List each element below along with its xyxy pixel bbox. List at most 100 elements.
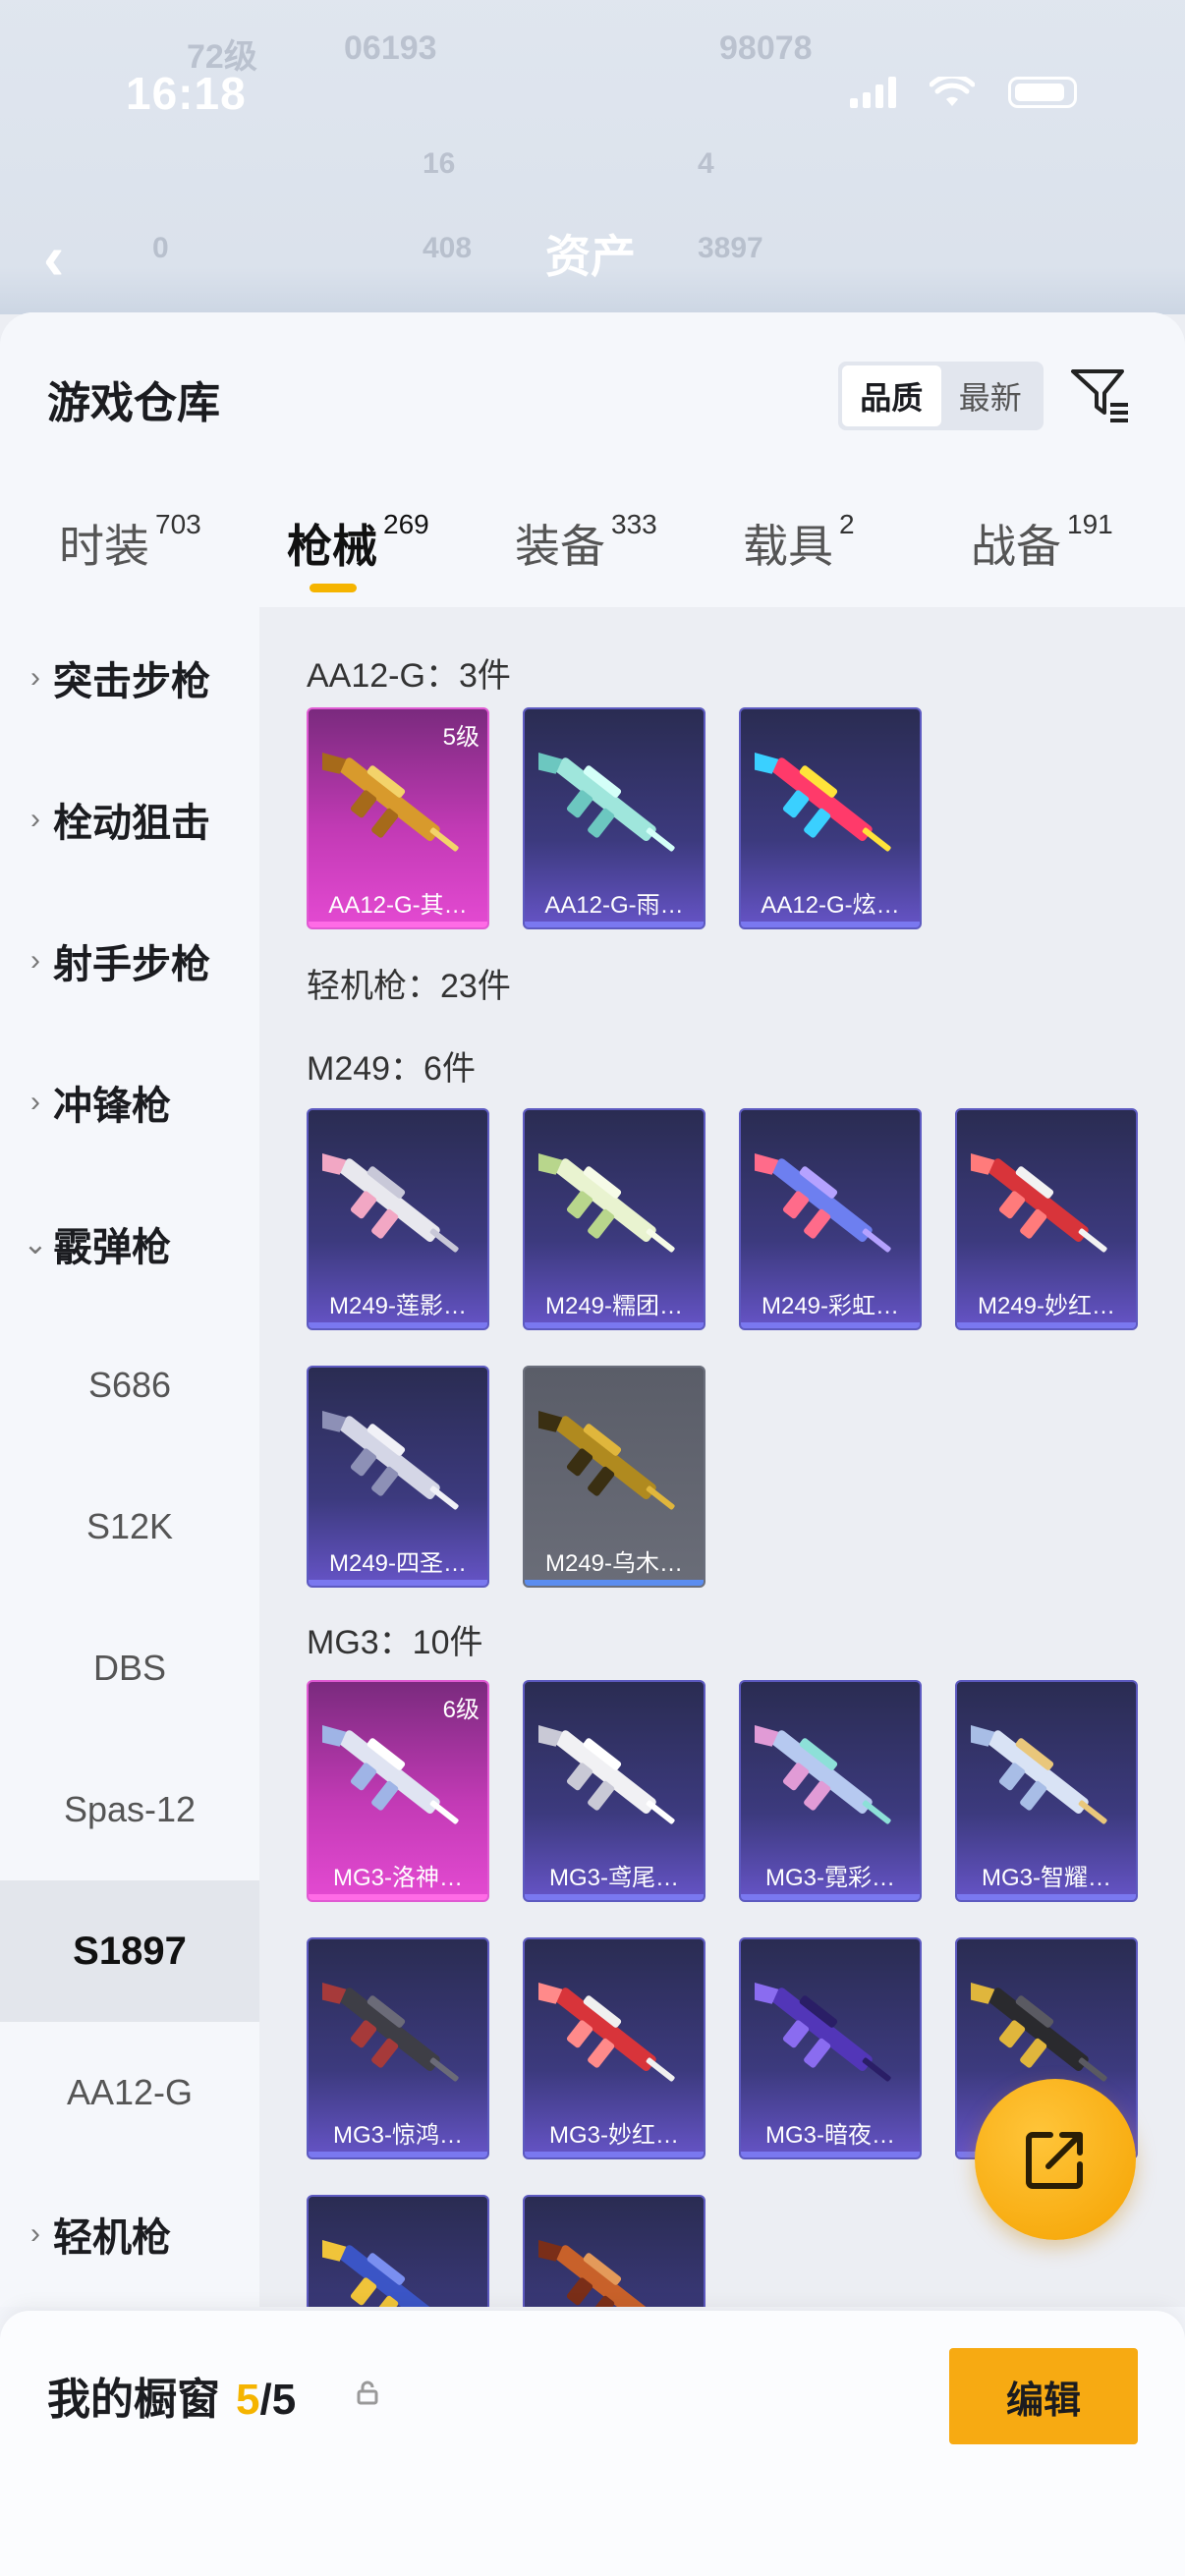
sidebar-item[interactable]: S1897: [0, 1880, 259, 2022]
gun-icon: [538, 1152, 675, 1253]
rarity-bar: [525, 1322, 704, 1328]
tab-supplies[interactable]: 战备 191: [971, 509, 1113, 576]
sheet-header: 游戏仓库 品质 最新 时装 703 枪械 269 装备 333 载具 2 战备 …: [0, 312, 1185, 607]
gun-icon: [971, 1724, 1107, 1824]
sidebar-item[interactable]: ⌄ 霰弹枪: [0, 1173, 259, 1315]
rarity-bar: [525, 2152, 704, 2157]
showcase-count-current: 5: [236, 2376, 260, 2424]
tab-fashion[interactable]: 时装 703: [59, 509, 201, 576]
rarity-bar: [741, 1894, 920, 1900]
gun-icon: [755, 1982, 891, 2082]
background-header: 72级 06193 98078 16 4 408 3897 0 16:18 ‹ …: [0, 0, 1185, 314]
gun-icon: [755, 1724, 891, 1824]
item-card[interactable]: M249-彩虹…: [739, 1108, 922, 1330]
item-card[interactable]: [523, 2195, 705, 2307]
sidebar-item-label: 轻机枪: [53, 2216, 171, 2260]
showcase-title: 我的橱窗 5 / 5: [47, 2364, 296, 2427]
ghost-stat: 0: [152, 232, 169, 264]
item-card[interactable]: MG3-霓彩…: [739, 1680, 922, 1902]
tab-count: 269: [383, 509, 429, 539]
rarity-bar: [309, 1894, 487, 1900]
item-name: AA12-G-炫…: [761, 892, 900, 919]
sidebar-item-label: 栓动狙击: [53, 802, 210, 845]
item-card[interactable]: M249-四圣…: [307, 1366, 489, 1588]
item-name: M249-妙红…: [977, 1293, 1116, 1319]
item-card[interactable]: AA12-G-炫…: [739, 707, 922, 929]
status-icons: [850, 77, 1077, 108]
tab-count: 191: [1067, 509, 1113, 539]
tab-equipment[interactable]: 装备 333: [515, 509, 657, 576]
gun-icon: [322, 1152, 459, 1253]
sidebar-item[interactable]: Spas-12: [0, 1739, 259, 1880]
tab-vehicles[interactable]: 载具 2: [743, 509, 855, 576]
tab-label: 枪械: [287, 521, 377, 572]
rarity-bar: [309, 1580, 487, 1586]
item-name: AA12-G-其…: [328, 892, 468, 919]
page-title-background: 资产: [545, 231, 636, 282]
content-grid: AA12-G：3件 5级 AA12-G-其… AA12-G-雨… AA12-G-炫… 轻机…: [259, 607, 1185, 2307]
item-card[interactable]: 6级 MG3-洛神…: [307, 1680, 489, 1902]
sidebar-item[interactable]: S686: [0, 1315, 259, 1456]
rarity-bar: [309, 2152, 487, 2157]
item-card[interactable]: AA12-G-雨…: [523, 707, 705, 929]
external-link-icon: [1026, 2132, 1083, 2189]
gun-icon: [322, 1982, 459, 2082]
item-name: MG3-霓彩…: [765, 1865, 895, 1891]
sidebar-item[interactable]: › 突击步枪: [0, 607, 259, 749]
warehouse-sheet: 游戏仓库 品质 最新 时装 703 枪械 269 装备 333 载具 2 战备 …: [0, 312, 1185, 2576]
sidebar-item[interactable]: › 冲锋枪: [0, 1032, 259, 1173]
item-card[interactable]: MG3-惊鸿…: [307, 1937, 489, 2159]
sidebar-item[interactable]: DBS: [0, 1597, 259, 1739]
sort-quality-button[interactable]: 品质: [842, 365, 941, 426]
item-name: M249-彩虹…: [761, 1293, 900, 1319]
tab-label: 装备: [515, 521, 605, 572]
gun-icon: [538, 1724, 675, 1824]
item-card[interactable]: M249-乌木…: [523, 1366, 705, 1588]
item-card[interactable]: 5级 AA12-G-其…: [307, 707, 489, 929]
edit-button[interactable]: 编辑: [949, 2348, 1138, 2444]
item-card[interactable]: MG3-智耀…: [955, 1680, 1138, 1902]
chevron-right-icon: ›: [30, 1086, 40, 1118]
gun-icon: [971, 1152, 1107, 1253]
wifi-icon: [930, 77, 975, 106]
level-badge: 6级: [442, 1697, 480, 1723]
gun-icon: [538, 1982, 675, 2082]
rarity-bar: [957, 1894, 1136, 1900]
sidebar-item[interactable]: AA12-G: [0, 2022, 259, 2163]
rarity-bar: [525, 922, 704, 927]
tab-label: 时装: [59, 521, 149, 572]
sidebar-item[interactable]: › 栓动狙击: [0, 749, 259, 890]
filter-icon[interactable]: [1069, 364, 1132, 426]
item-name: MG3-智耀…: [982, 1865, 1111, 1891]
item-card[interactable]: MG3-鸢尾…: [523, 1680, 705, 1902]
sidebar-item-label: 冲锋枪: [53, 1085, 171, 1128]
item-name: MG3-惊鸿…: [333, 2122, 463, 2149]
item-card[interactable]: M249-莲影…: [307, 1108, 489, 1330]
item-card[interactable]: M249-妙红…: [955, 1108, 1138, 1330]
back-chevron-icon[interactable]: ‹: [43, 221, 64, 294]
item-card[interactable]: M249-糯团…: [523, 1108, 705, 1330]
section-title: M249：6件: [307, 1050, 476, 1088]
tab-guns[interactable]: 枪械 269: [287, 509, 429, 576]
item-card[interactable]: MG3-妙红…: [523, 1937, 705, 2159]
sort-latest-button[interactable]: 最新: [941, 365, 1041, 426]
rarity-bar: [309, 922, 487, 927]
sidebar-item[interactable]: › 射手步枪: [0, 890, 259, 1032]
item-card[interactable]: [307, 2195, 489, 2307]
sidebar-item[interactable]: › 轻机枪: [0, 2163, 259, 2305]
gun-icon: [538, 1410, 675, 1510]
item-card[interactable]: MG3-暗夜…: [739, 1937, 922, 2159]
share-button[interactable]: [975, 2079, 1136, 2240]
rarity-bar: [741, 922, 920, 927]
item-name: M249-乌木…: [544, 1550, 684, 1577]
rarity-bar: [741, 2152, 920, 2157]
sidebar-item[interactable]: S12K: [0, 1456, 259, 1597]
sort-toggle: 品质 最新: [838, 362, 1044, 430]
battery-icon: [1008, 77, 1077, 108]
section-title: MG3：10件: [307, 1624, 483, 1661]
showcase-count-max: 5: [271, 2376, 297, 2424]
signal-icon: [850, 77, 896, 108]
chevron-right-icon: ›: [30, 803, 40, 835]
sidebar-item-label: 突击步枪: [53, 660, 210, 703]
section-title: 轻机枪：23件: [307, 968, 511, 1005]
